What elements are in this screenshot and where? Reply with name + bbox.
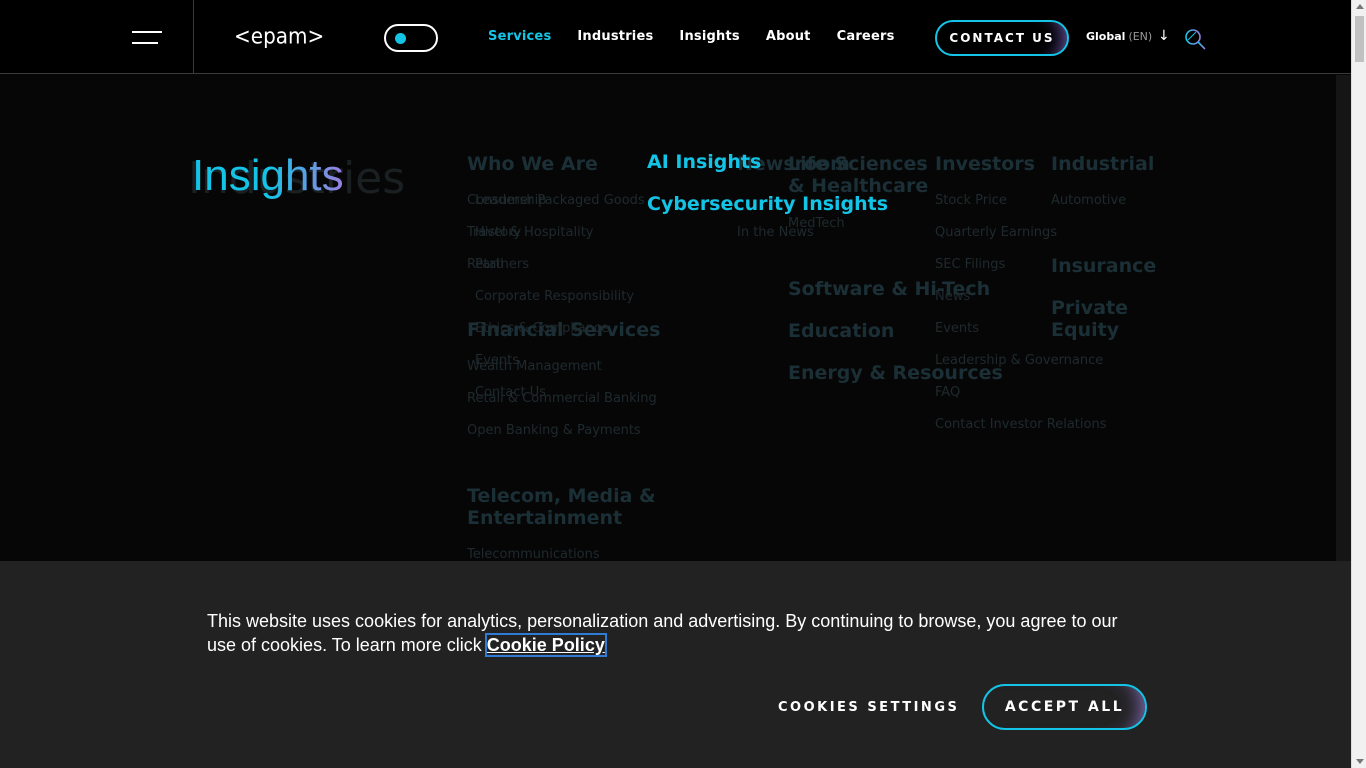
ghost-item: History: [475, 225, 522, 240]
ai-insights-link[interactable]: AI Insights: [647, 151, 761, 173]
nav-services[interactable]: Services: [488, 29, 551, 44]
epam-logo[interactable]: <epam>: [234, 23, 324, 49]
ghost-item: Quarterly Earnings: [935, 225, 1058, 240]
language-selector[interactable]: Global (EN): [1086, 30, 1152, 43]
ghost-item: Leadership & Governance: [935, 353, 1104, 368]
scroll-thumb[interactable]: [1355, 16, 1364, 62]
ghost-item: SEC Filings: [935, 257, 1006, 272]
ghost-item: Automotive: [1051, 193, 1127, 208]
scroll-down-icon[interactable]: [1356, 759, 1364, 764]
ghost-heading: Investors: [935, 153, 1035, 175]
nav-careers[interactable]: Careers: [837, 29, 895, 44]
page-scrollbar[interactable]: [1351, 0, 1366, 768]
theme-toggle[interactable]: [384, 24, 438, 52]
ghost-item: Open Banking & Payments: [467, 423, 641, 438]
ghost-item: Retail & Commercial Banking: [467, 391, 657, 406]
section-title: Insights: [192, 151, 344, 200]
cybersecurity-insights-link[interactable]: Cybersecurity Insights: [647, 193, 888, 215]
contact-us-button[interactable]: CONTACT US: [935, 20, 1069, 56]
ghost-item: Stock Price: [935, 193, 1007, 208]
accept-all-button[interactable]: ACCEPT ALL: [982, 684, 1147, 730]
ghost-item: Contact Investor Relations: [935, 417, 1107, 432]
ghost-heading: Telecom, Media & Entertainment: [467, 485, 656, 529]
nav-industries[interactable]: Industries: [577, 29, 653, 44]
global-label: Global: [1086, 30, 1126, 43]
site-header: <epam> Services Industries Insights Abou…: [0, 0, 1351, 74]
ghost-heading: Education: [788, 320, 895, 342]
toggle-knob: [395, 33, 406, 44]
ghost-heading: Life Sciences & Healthcare: [788, 153, 929, 197]
ghost-item: FAQ: [935, 385, 961, 400]
ghost-item: News: [935, 289, 971, 304]
nav-about[interactable]: About: [766, 29, 811, 44]
ghost-item: Telecommunications: [467, 547, 600, 561]
cookie-text: This website uses cookies for analytics,…: [207, 609, 1147, 657]
ghost-item: Events: [935, 321, 980, 336]
ghost-item: Wealth Management: [467, 359, 602, 374]
ghost-heading: Who We Are: [467, 153, 598, 175]
ghost-item: Corporate Responsibility: [475, 289, 635, 304]
main-nav: Services Industries Insights About Caree…: [488, 29, 921, 44]
ghost-item: Ethics & Compliance: [475, 321, 610, 336]
cookie-banner: This website uses cookies for analytics,…: [0, 561, 1351, 768]
ghost-item: MedTech: [788, 216, 845, 231]
arrow-down-icon[interactable]: ↓: [1158, 28, 1170, 44]
ghost-heading: Private Equity: [1051, 297, 1128, 341]
search-icon[interactable]: [1184, 28, 1206, 50]
hamburger-menu-button[interactable]: [0, 0, 194, 74]
menu-scrollbar[interactable]: [1336, 75, 1351, 561]
cookie-policy-link[interactable]: Cookie Policy: [484, 633, 607, 657]
ghost-heading: Industrial: [1051, 153, 1155, 175]
hamburger-line: [132, 42, 158, 44]
scroll-up-icon[interactable]: [1356, 4, 1364, 9]
cookie-message: This website uses cookies for analytics,…: [207, 611, 1118, 655]
ghost-item: Leadership: [475, 193, 547, 208]
cookies-settings-button[interactable]: COOKIES SETTINGS: [778, 700, 959, 715]
lang-label: (EN): [1128, 30, 1153, 43]
mega-menu: Industries Who We Are Newsroom Life Scie…: [0, 75, 1336, 561]
ghost-item: Partners: [475, 257, 530, 272]
hamburger-line: [132, 31, 162, 33]
ghost-heading: Insurance: [1051, 255, 1157, 277]
nav-insights[interactable]: Insights: [679, 29, 739, 44]
